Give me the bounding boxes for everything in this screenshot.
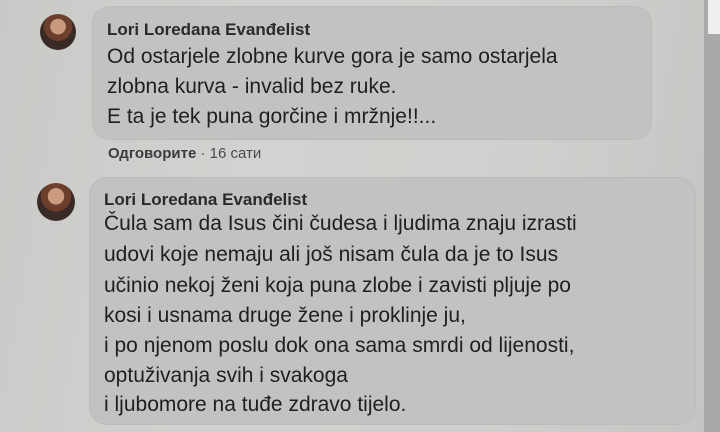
comment-text-line: optuživanja svih i svakoga	[104, 364, 348, 387]
comment-text-line: Od ostarjele zlobne kurve gora je samo o…	[107, 45, 558, 68]
comment-timestamp[interactable]: 16 сати	[210, 145, 262, 162]
comment-author[interactable]: Lori Loredana Evanđelist	[107, 20, 310, 40]
comment-text-line: Čula sam da Isus čini čudesa i ljudima z…	[104, 212, 577, 235]
comment-text-line: učinio nekoj ženi koja puna zlobe i zavi…	[104, 274, 571, 297]
reply-link[interactable]: Одговорите	[108, 145, 196, 162]
comment-text-line: zlobna kurva - invalid bez ruke.	[107, 75, 397, 98]
commenter-avatar[interactable]	[40, 14, 76, 50]
comment-text-line: udovi koje nemaju ali još nisam čula da …	[104, 243, 559, 266]
comment-text-line: i ljubomore na tuđe zdravo tijelo.	[104, 393, 407, 416]
comment-text-line: kosi i usnama druge žene i proklinje ju,	[104, 304, 466, 327]
comment-text-line: E ta je tek puna gorčine i mržnje!!...	[107, 105, 437, 128]
comment-meta: Одговорите · 16 сати	[108, 145, 261, 162]
comment-author[interactable]: Lori Loredana Evanđelist	[104, 190, 307, 210]
edge-highlight	[708, 0, 720, 34]
comment-text-line: i po njenom poslu dok ona sama smrdi od …	[104, 334, 575, 357]
window-edge	[704, 0, 720, 432]
commenter-avatar[interactable]	[37, 183, 75, 221]
meta-separator: ·	[196, 145, 210, 162]
